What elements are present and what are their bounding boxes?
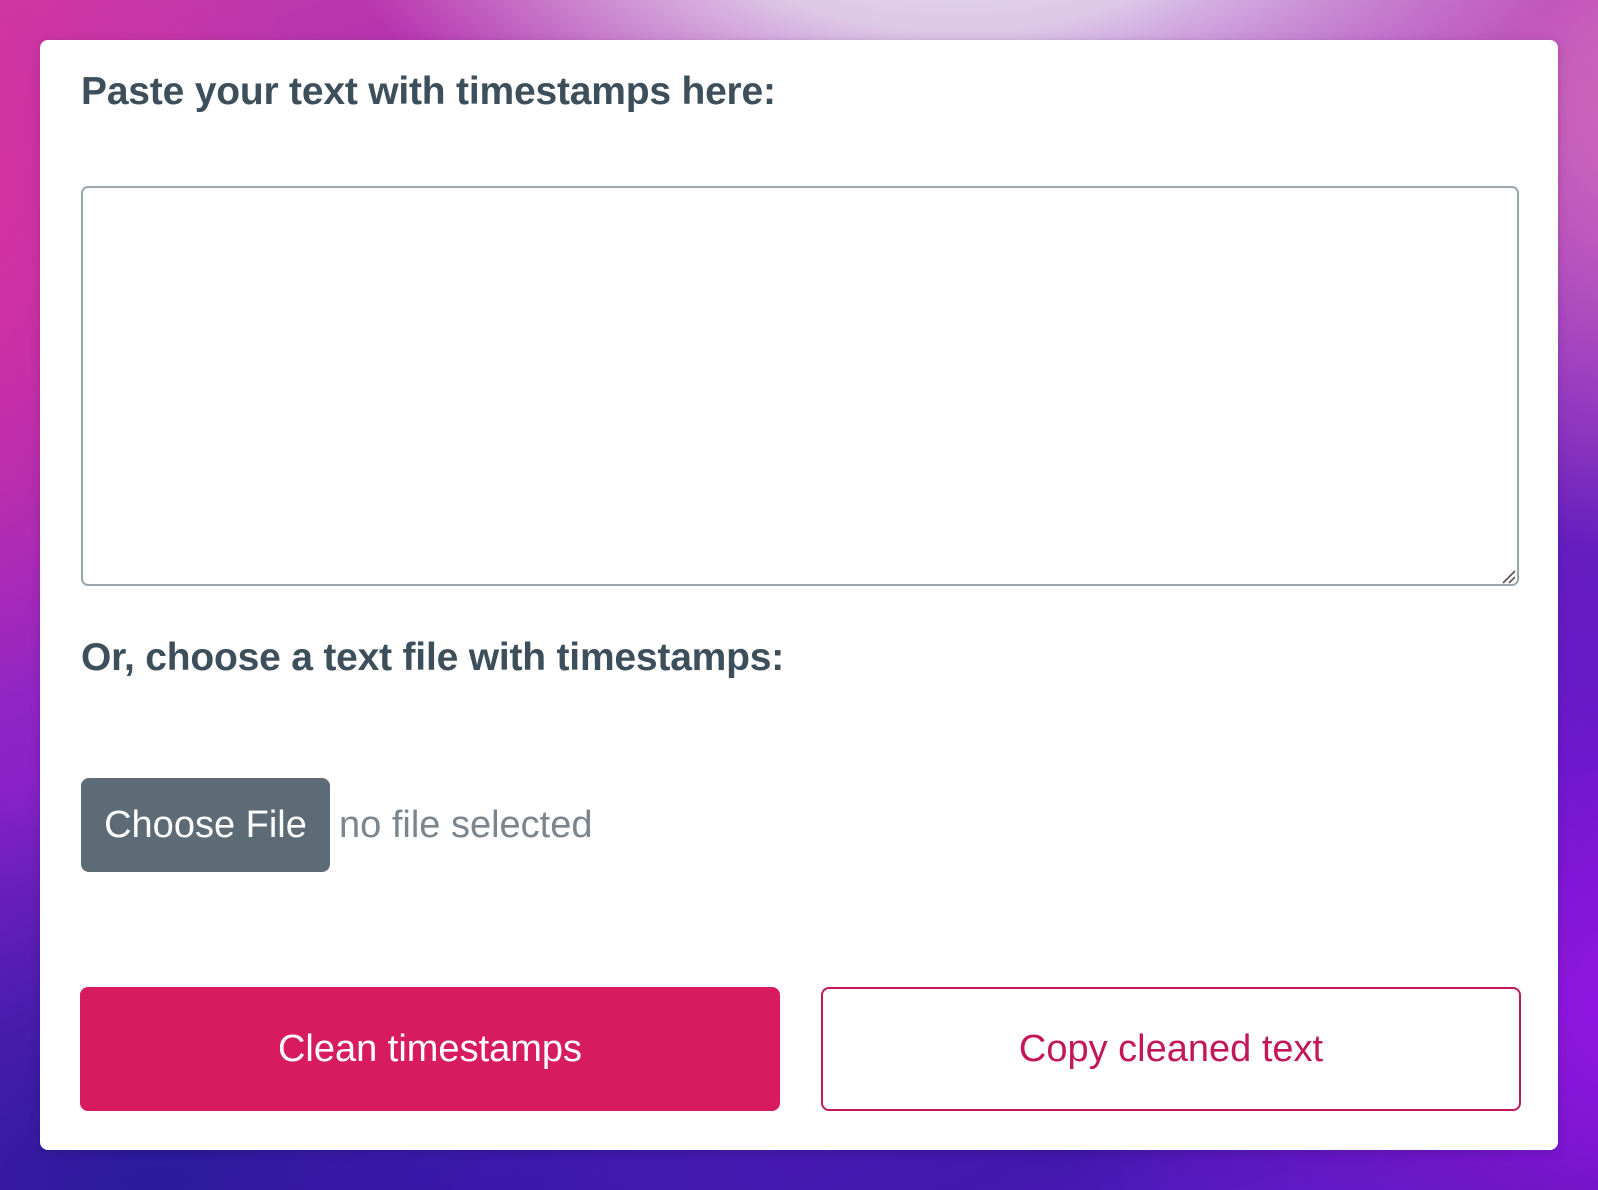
- choose-file-button[interactable]: Choose File: [81, 778, 330, 872]
- timestamp-text-input[interactable]: [81, 186, 1519, 586]
- paste-text-label: Paste your text with timestamps here:: [81, 70, 776, 113]
- resize-grip-icon[interactable]: [1500, 568, 1516, 584]
- timestamp-cleaner-card: Paste your text with timestamps here: Or…: [40, 40, 1558, 1150]
- file-status-text: no file selected: [339, 803, 593, 846]
- file-input[interactable]: Choose File no file selected: [81, 778, 593, 872]
- copy-cleaned-text-button[interactable]: Copy cleaned text: [821, 987, 1521, 1111]
- choose-file-label: Or, choose a text file with timestamps:: [81, 636, 785, 679]
- clean-timestamps-button[interactable]: Clean timestamps: [80, 987, 780, 1111]
